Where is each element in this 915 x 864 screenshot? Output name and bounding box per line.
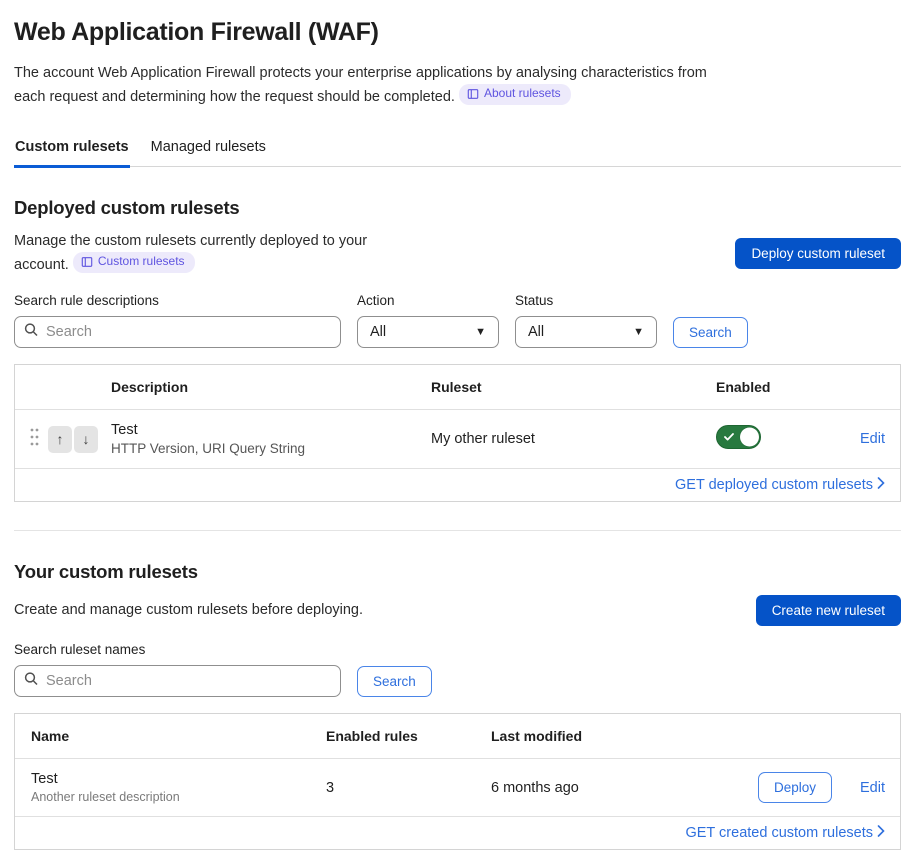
rule-description-cell: Test HTTP Version, URI Query String	[111, 422, 431, 456]
section-divider	[14, 530, 901, 531]
search-ruleset-names-label: Search ruleset names	[14, 642, 341, 657]
ruleset-actions-cell: Deploy Edit	[758, 772, 900, 803]
column-header-ruleset: Ruleset	[431, 379, 716, 395]
created-rulesets-table: Name Enabled rules Last modified Test An…	[14, 713, 901, 850]
create-new-ruleset-button[interactable]: Create new ruleset	[756, 595, 901, 626]
deployed-table-header: Description Ruleset Enabled	[15, 365, 900, 410]
action-select-value: All	[370, 324, 386, 340]
get-deployed-rulesets-label: GET deployed custom rulesets	[675, 477, 873, 493]
drag-handle-icon[interactable]	[30, 426, 39, 453]
ruleset-name-cell: Test Another ruleset description	[15, 771, 326, 804]
ruleset-search-input[interactable]	[14, 665, 341, 697]
book-icon	[467, 88, 479, 100]
column-header-name: Name	[15, 728, 326, 744]
your-section-heading: Your custom rulesets	[14, 561, 901, 583]
tab-bar: Custom rulesets Managed rulesets	[14, 135, 901, 167]
ruleset-name: Test	[31, 771, 326, 787]
rule-description-sub: HTTP Version, URI Query String	[111, 441, 431, 456]
ruleset-last-modified: 6 months ago	[491, 780, 747, 796]
action-filter-field: Action All ▼	[357, 293, 499, 348]
page-title: Web Application Firewall (WAF)	[14, 18, 901, 47]
deployed-rulesets-table: Description Ruleset Enabled ↑ ↓	[14, 364, 901, 502]
deployed-section-description: Manage the custom rulesets currently dep…	[14, 231, 414, 277]
action-label: Action	[357, 293, 499, 308]
about-rulesets-badge[interactable]: About rulesets	[459, 84, 571, 105]
book-icon	[81, 256, 93, 268]
page-description-text: The account Web Application Firewall pro…	[14, 65, 707, 105]
your-section-description: Create and manage custom rulesets before…	[14, 600, 363, 622]
rule-search-field: Search rule descriptions	[14, 293, 341, 348]
search-rule-descriptions-label: Search rule descriptions	[14, 293, 341, 308]
status-filter-field: Status All ▼	[515, 293, 657, 348]
status-select[interactable]: All ▼	[515, 316, 657, 348]
check-icon	[724, 428, 734, 446]
search-icon	[24, 323, 38, 342]
tab-managed-rulesets[interactable]: Managed rulesets	[150, 135, 267, 168]
search-icon	[24, 672, 38, 691]
table-row: Test Another ruleset description 3 6 mon…	[15, 759, 900, 817]
deploy-ruleset-button[interactable]: Deploy	[758, 772, 832, 803]
your-filters: Search ruleset names Search	[14, 642, 901, 697]
column-header-last-modified: Last modified	[491, 728, 747, 744]
column-header-description: Description	[111, 379, 431, 395]
column-header-enabled: Enabled	[716, 379, 856, 395]
deployed-section-heading: Deployed custom rulesets	[14, 197, 901, 219]
chevron-right-icon	[877, 825, 885, 841]
deployed-section-intro: Manage the custom rulesets currently dep…	[14, 231, 901, 277]
deployed-filters: Search rule descriptions Action All ▼ St…	[14, 293, 901, 348]
page-description: The account Web Application Firewall pro…	[14, 63, 719, 109]
get-created-rulesets-label: GET created custom rulesets	[685, 825, 873, 841]
ruleset-search-button[interactable]: Search	[357, 666, 432, 697]
ruleset-enabled-rules: 3	[326, 780, 491, 796]
arrow-down-icon: ↓	[83, 431, 90, 447]
your-section-intro: Create and manage custom rulesets before…	[14, 595, 901, 626]
get-created-rulesets-link[interactable]: GET created custom rulesets	[685, 825, 885, 841]
chevron-right-icon	[877, 477, 885, 493]
move-down-button[interactable]: ↓	[74, 426, 98, 453]
rule-search-button[interactable]: Search	[673, 317, 748, 348]
custom-rulesets-badge-label: Custom rulesets	[98, 254, 185, 270]
table-row: ↑ ↓ Test HTTP Version, URI Query String …	[15, 410, 900, 469]
rule-ruleset: My other ruleset	[431, 431, 716, 447]
tab-custom-rulesets[interactable]: Custom rulesets	[14, 135, 130, 168]
edit-ruleset-link[interactable]: Edit	[860, 780, 885, 796]
arrow-up-icon: ↑	[57, 431, 64, 447]
caret-down-icon: ▼	[633, 327, 644, 338]
rule-search-input[interactable]	[14, 316, 341, 348]
rule-description: Test	[111, 422, 431, 438]
deploy-custom-ruleset-button[interactable]: Deploy custom ruleset	[735, 238, 901, 269]
custom-rulesets-badge[interactable]: Custom rulesets	[73, 252, 195, 273]
about-rulesets-badge-label: About rulesets	[484, 86, 561, 102]
action-select[interactable]: All ▼	[357, 316, 499, 348]
get-deployed-rulesets-link[interactable]: GET deployed custom rulesets	[675, 477, 885, 493]
move-up-button[interactable]: ↑	[48, 426, 72, 453]
status-label: Status	[515, 293, 657, 308]
edit-rule-link[interactable]: Edit	[860, 431, 900, 447]
waf-page: Web Application Firewall (WAF) The accou…	[0, 0, 915, 864]
deployed-table-footer: GET deployed custom rulesets	[15, 469, 900, 501]
created-table-footer: GET created custom rulesets	[15, 817, 900, 849]
created-table-header: Name Enabled rules Last modified	[15, 714, 900, 759]
enabled-toggle[interactable]	[716, 425, 761, 449]
status-select-value: All	[528, 324, 544, 340]
column-header-enabled-rules: Enabled rules	[326, 728, 491, 744]
rule-enabled-cell	[716, 425, 856, 454]
ruleset-name-sub: Another ruleset description	[31, 790, 326, 804]
ruleset-search-field: Search ruleset names	[14, 642, 341, 697]
caret-down-icon: ▼	[475, 327, 486, 338]
toggle-knob	[740, 427, 759, 446]
